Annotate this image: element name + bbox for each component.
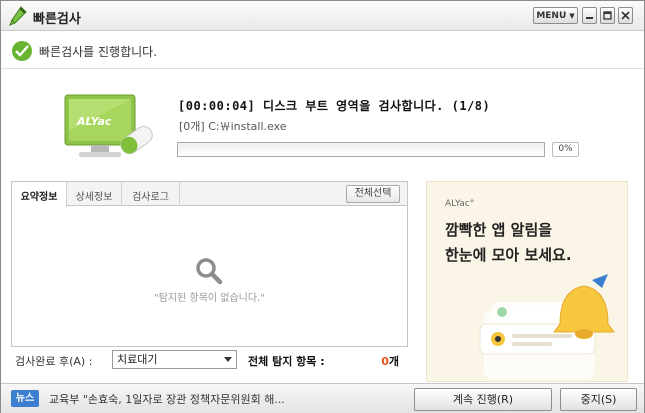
total-detected-unit: 개 bbox=[388, 355, 399, 368]
after-scan-action-select[interactable]: 치료대기 bbox=[112, 350, 237, 369]
results-panel: 요약정보 상세정보 검사로그 전체선택 "탐지된 항목이 없습니다." bbox=[11, 181, 408, 347]
promo-headline-1: 깜빡한 앱 알림을 bbox=[445, 221, 553, 239]
total-detected-number: 0 bbox=[381, 355, 389, 368]
bell-icon bbox=[479, 274, 615, 380]
menu-button[interactable]: MENU ▼ bbox=[533, 7, 578, 24]
title-bar[interactable]: 빠른검사 MENU ▼ bbox=[1, 1, 644, 31]
tab-details[interactable]: 상세정보 bbox=[67, 182, 122, 206]
select-all-button[interactable]: 전체선택 bbox=[346, 185, 400, 203]
total-detected-label: 전체 탐지 항목 : bbox=[248, 355, 325, 368]
scan-progress-bar bbox=[177, 142, 545, 157]
maximize-icon bbox=[603, 11, 612, 20]
empty-results-text: "탐지된 항목이 없습니다." bbox=[154, 293, 265, 304]
promo-headline-2: 한눈에 모아 보세요. bbox=[445, 246, 572, 264]
window-title: 빠른검사 bbox=[33, 12, 81, 27]
magnifier-icon bbox=[196, 258, 223, 285]
menu-label: MENU bbox=[536, 10, 567, 21]
after-scan-selected-option: 치료대기 bbox=[117, 353, 158, 366]
tab-scan-log[interactable]: 검사로그 bbox=[122, 182, 180, 206]
bottom-bar: 뉴스 교육부 "손효숙, 1일자로 장관 정책자문위원회 해... 계속 진행(… bbox=[1, 383, 644, 413]
chevron-down-icon: ▼ bbox=[569, 11, 575, 20]
pencil-icon bbox=[9, 6, 27, 26]
status-text: 빠른검사를 진행합니다. bbox=[39, 45, 158, 59]
continue-button[interactable]: 계속 진행(R) bbox=[414, 388, 552, 411]
dropdown-arrow-icon bbox=[224, 357, 232, 362]
close-button[interactable] bbox=[618, 7, 633, 24]
stop-button[interactable]: 중지(S) bbox=[560, 388, 637, 411]
quick-scan-window: 빠른검사 MENU ▼ 빠른검사를 진행합니다. ALYac [00:00:04… bbox=[0, 0, 645, 413]
minimize-button[interactable] bbox=[582, 7, 597, 24]
minimize-icon bbox=[586, 17, 593, 19]
tab-summary[interactable]: 요약정보 bbox=[12, 182, 67, 207]
results-tabs: 요약정보 상세정보 검사로그 전체선택 bbox=[12, 182, 407, 207]
maximize-button[interactable] bbox=[600, 7, 615, 24]
total-detected-count: 0개 bbox=[369, 353, 399, 369]
after-scan-label: 검사완료 후(A) : bbox=[15, 355, 93, 368]
promo-banner[interactable]: ALYac° 깜빡한 앱 알림을 한눈에 모아 보세요. bbox=[426, 181, 628, 382]
status-row: 빠른검사를 진행합니다. bbox=[1, 32, 644, 69]
promo-brand: ALYac° bbox=[445, 199, 475, 209]
checkmark-icon bbox=[12, 41, 32, 61]
news-badge[interactable]: 뉴스 bbox=[11, 390, 39, 407]
scan-progress-percent: 0% bbox=[552, 142, 579, 157]
results-list: "탐지된 항목이 없습니다." bbox=[12, 207, 407, 346]
scan-monitor-illustration: ALYac bbox=[64, 94, 153, 157]
scan-current-file: [0개] C:￦install.exe bbox=[179, 120, 287, 133]
news-headline-link[interactable]: 교육부 "손효숙, 1일자로 장관 정책자문위원회 해... bbox=[49, 391, 384, 407]
close-icon bbox=[621, 11, 630, 20]
scan-stage-title: [00:00:04] 디스크 부트 영역을 검사합니다. (1/8) bbox=[178, 99, 491, 113]
alyac-logo-text: ALYac bbox=[76, 115, 112, 128]
